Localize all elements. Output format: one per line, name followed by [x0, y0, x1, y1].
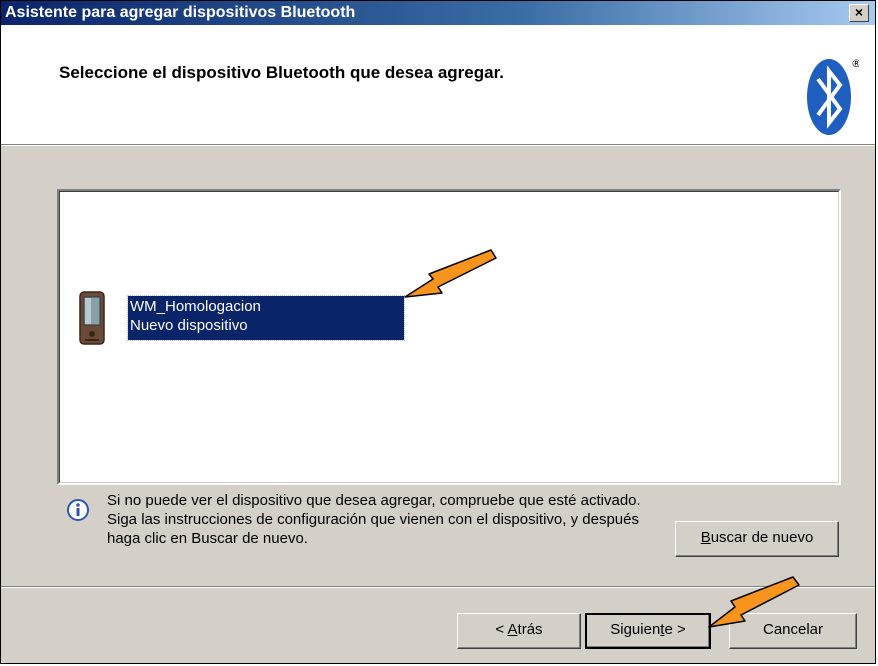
- annotation-arrow-icon: [404, 249, 497, 298]
- search-again-button[interactable]: Buscar de nuevo: [675, 521, 839, 557]
- svg-text:®: ®: [851, 57, 859, 70]
- back-button[interactable]: < Atrás: [457, 613, 581, 649]
- window-title: Asistente para agregar dispositivos Blue…: [5, 4, 356, 21]
- device-list[interactable]: WM_Homologacion Nuevo dispositivo: [57, 189, 841, 485]
- info-icon: [67, 499, 89, 521]
- device-item-wm-homologacion[interactable]: WM_Homologacion Nuevo dispositivo: [127, 295, 405, 341]
- close-button[interactable]: ×: [849, 4, 869, 22]
- pda-device-icon: [79, 291, 105, 345]
- wizard-header: Seleccione el dispositivo Bluetooth que …: [1, 25, 875, 145]
- page-title: Seleccione el dispositivo Bluetooth que …: [59, 63, 504, 82]
- close-icon: ×: [854, 4, 864, 20]
- annotation-arrow-icon: [708, 576, 800, 628]
- header-divider: [1, 145, 875, 146]
- bluetooth-wizard-window: Asistente para agregar dispositivos Blue…: [0, 0, 876, 664]
- bluetooth-logo-icon: ®: [807, 57, 859, 135]
- title-bar: Asistente para agregar dispositivos Blue…: [1, 1, 875, 25]
- device-name: WM_Homologacion: [130, 298, 261, 315]
- info-message: Si no puede ver el dispositivo que desea…: [107, 492, 641, 547]
- device-status: Nuevo dispositivo: [130, 317, 248, 334]
- next-button[interactable]: Siguiente >: [585, 613, 711, 649]
